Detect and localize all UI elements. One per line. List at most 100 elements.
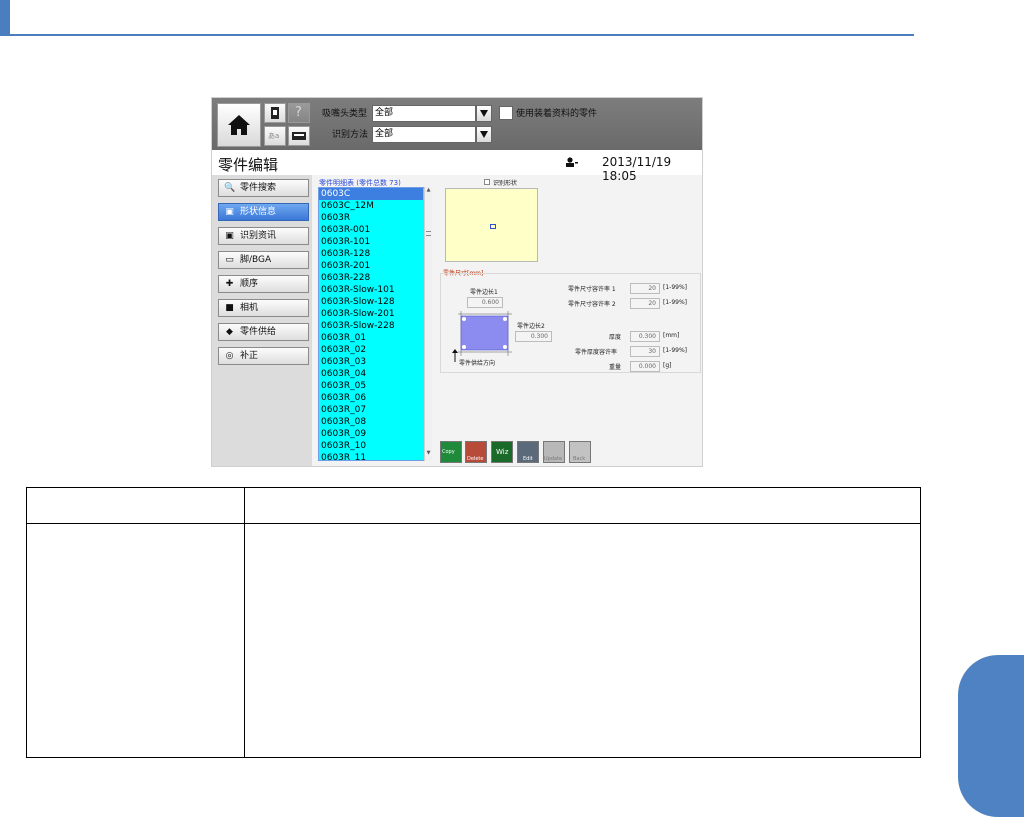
keyboard-button[interactable] — [288, 126, 310, 146]
tolerance-2-label: 零件尺寸容许率 2 — [568, 301, 616, 308]
list-item[interactable]: 0603C_12M — [321, 200, 374, 212]
list-item[interactable]: 0603R_07 — [321, 404, 366, 416]
table-body-row — [26, 523, 921, 758]
sidebar-item-part-search[interactable]: 🔍 零件搜索 — [218, 179, 309, 197]
nozzle-type-dropdown[interactable] — [476, 105, 492, 122]
list-item[interactable]: 0603R-Slow-201 — [321, 308, 395, 320]
use-mounted-parts-label: 使用装着资料的零件 — [516, 109, 598, 119]
sidebar-item-correction[interactable]: ◎ 补正 — [218, 347, 309, 365]
sidebar-item-sequence[interactable]: ✚ 顺序 — [218, 275, 309, 293]
list-item[interactable]: 0603R — [321, 212, 350, 224]
list-item[interactable]: 0603R_09 — [321, 428, 366, 440]
scroll-thumb[interactable] — [426, 231, 431, 236]
title-bar: 零件编辑 2013/11/19 18:05 — [212, 150, 702, 183]
weight-unit: [g] — [663, 362, 672, 369]
sidebar-item-camera[interactable]: ■ 相机 — [218, 299, 309, 317]
wizard-button[interactable]: Wiz — [491, 441, 513, 463]
list-item[interactable]: 0603R-001 — [321, 224, 370, 236]
sidebar-item-shape-info[interactable]: ▣ 形状信息 — [218, 203, 309, 221]
sidebar-item-label: 脚/BGA — [240, 255, 272, 265]
user-icon — [566, 157, 578, 167]
list-item[interactable]: 0603R-Slow-128 — [321, 296, 395, 308]
weight-field[interactable]: 0.000 — [630, 361, 660, 372]
nozzle-type-select[interactable]: 全部 — [372, 105, 476, 122]
shape-preview — [445, 188, 538, 262]
chevron-down-icon — [480, 110, 488, 117]
weight-label: 重量 — [609, 364, 622, 371]
list-item[interactable]: 0603R_10 — [321, 440, 366, 452]
edit-button[interactable]: Edit — [517, 441, 539, 463]
side-length-1-field[interactable]: 0.600 — [467, 297, 503, 308]
camera-icon: ■ — [225, 303, 234, 313]
list-item[interactable]: 0603R_02 — [321, 344, 366, 356]
sidebar-item-label: 零件供给 — [240, 327, 277, 337]
sidebar-item-pin-bga[interactable]: ▭ 脚/BGA — [218, 251, 309, 269]
tolerance-1-unit: [1-99%] — [663, 284, 687, 291]
home-button[interactable] — [217, 103, 261, 147]
recognition-method-label: 识别方法 — [332, 130, 369, 140]
sidebar-item-recognition-info[interactable]: ▣ 识别资讯 — [218, 227, 309, 245]
thickness-field[interactable]: 0.300 — [630, 331, 660, 342]
copy-icon: Copy — [442, 449, 455, 455]
list-item[interactable]: 0603R-128 — [321, 248, 370, 260]
print-icon — [271, 107, 279, 119]
list-item[interactable]: 0603R_08 — [321, 416, 366, 428]
tolerance-1-field[interactable]: 20 — [630, 283, 660, 294]
list-item[interactable]: 0603R_03 — [321, 356, 366, 368]
sidebar-item-label: 零件搜索 — [240, 183, 277, 193]
help-button[interactable]: ? — [288, 103, 310, 123]
home-icon — [228, 115, 250, 135]
list-item[interactable]: 0603R_05 — [321, 380, 366, 392]
table-header-row — [26, 487, 921, 524]
page-title: 零件编辑 — [218, 156, 279, 174]
recognition-method-select[interactable]: 全部 — [372, 126, 476, 143]
list-item[interactable]: 0603R-228 — [321, 272, 370, 284]
chevron-down-icon — [480, 131, 488, 138]
scroll-up-icon[interactable]: ▲ — [425, 187, 432, 195]
delete-button[interactable]: Delete — [465, 441, 487, 463]
list-item[interactable]: 0603R_04 — [321, 368, 366, 380]
app-window: ? あa 吸嘴头类型 全部 使用装着资料的零件 识别方法 全部 零件编辑 201… — [211, 97, 703, 467]
side-length-2-field[interactable]: 0.300 — [515, 331, 552, 342]
table-column-divider — [244, 487, 245, 758]
list-item[interactable]: 0603R-101 — [321, 236, 370, 248]
part-list[interactable]: 0603C 0603C_12M 0603R 0603R-001 0603R-10… — [318, 187, 432, 461]
edit-icon: Edit — [523, 456, 533, 462]
correction-icon: ◎ — [225, 351, 234, 361]
update-button[interactable]: Update — [543, 441, 565, 463]
list-item[interactable]: 0603C — [319, 188, 423, 200]
back-icon: Back — [573, 456, 586, 462]
thickness-tolerance-field[interactable]: 30 — [630, 346, 660, 357]
list-item[interactable]: 0603R_06 — [321, 392, 366, 404]
part-list-scrollbar[interactable]: ▲ ▼ — [424, 187, 432, 461]
tolerance-2-field[interactable]: 20 — [630, 298, 660, 309]
thickness-tolerance-label: 零件厚度容许率 — [575, 349, 618, 356]
sidebar-item-part-feeder[interactable]: ◆ 零件供给 — [218, 323, 309, 341]
recognition-icon: ▣ — [225, 231, 234, 241]
list-item[interactable]: 0603R_01 — [321, 332, 366, 344]
recognize-shape-checkbox[interactable] — [484, 179, 490, 185]
use-mounted-parts-checkbox[interactable] — [499, 106, 513, 120]
thickness-tolerance-unit: [1-99%] — [663, 347, 687, 354]
arrow-up-icon — [452, 349, 458, 362]
scroll-down-icon[interactable]: ▼ — [425, 450, 432, 458]
sidebar: 🔍 零件搜索 ▣ 形状信息 ▣ 识别资讯 ▭ 脚/BGA ✚ 顺序 ■ 相机 ◆… — [212, 175, 312, 466]
language-button[interactable]: あa — [264, 126, 286, 146]
back-button[interactable]: Back — [569, 441, 591, 463]
copy-button[interactable]: Copy — [440, 441, 462, 463]
help-icon: ? — [295, 105, 302, 120]
list-item[interactable]: 0603R-Slow-101 — [321, 284, 395, 296]
sidebar-item-label: 形状信息 — [240, 207, 277, 217]
chapter-tab — [958, 655, 1024, 817]
keyboard-icon — [292, 132, 306, 140]
list-item[interactable]: 0603R-201 — [321, 260, 370, 272]
list-item[interactable]: 0603R_11 — [321, 452, 366, 460]
recognition-method-dropdown[interactable] — [476, 126, 492, 143]
tolerance-1-label: 零件尺寸容许率 1 — [568, 286, 616, 293]
datetime: 2013/11/19 18:05 — [602, 155, 672, 183]
print-button[interactable] — [264, 103, 286, 123]
list-item[interactable]: 0603R-Slow-228 — [321, 320, 395, 332]
feeder-icon: ◆ — [226, 327, 233, 337]
sidebar-item-label: 补正 — [240, 351, 259, 361]
delete-icon: Delete — [467, 456, 484, 462]
